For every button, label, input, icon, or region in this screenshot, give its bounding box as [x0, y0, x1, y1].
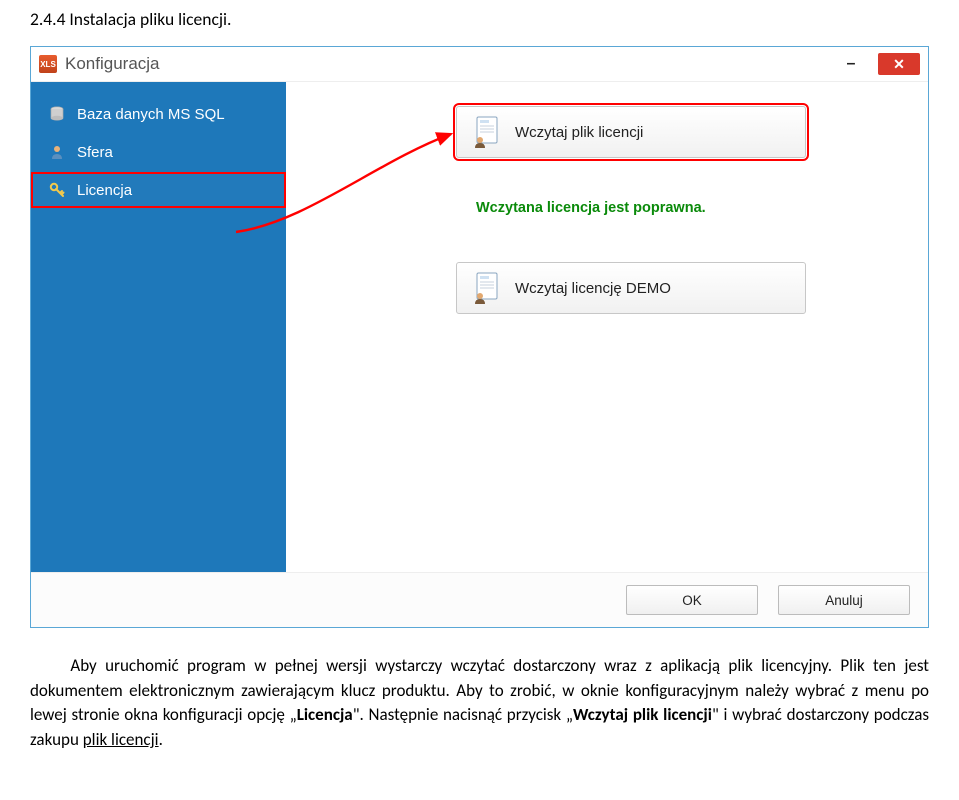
doc-paragraph: Aby uruchomić program w pełnej wersji wy…: [30, 654, 929, 753]
load-demo-label: Wczytaj licencję DEMO: [515, 280, 671, 297]
sidebar-item-licencja[interactable]: Licencja: [31, 172, 286, 208]
para-underline-plik: plik licencji: [83, 729, 159, 750]
document-person-icon: [473, 116, 501, 148]
cancel-button-label: Anuluj: [825, 593, 863, 608]
key-icon: [47, 180, 67, 200]
sidebar-item-label: Baza danych MS SQL: [77, 106, 225, 123]
minimize-button[interactable]: –: [830, 53, 872, 75]
load-license-label: Wczytaj plik licencji: [515, 124, 643, 141]
user-icon: [47, 142, 67, 162]
database-icon: [47, 104, 67, 124]
sidebar-item-sfera[interactable]: Sfera: [31, 134, 286, 170]
close-button[interactable]: ✕: [878, 53, 920, 75]
sidebar-item-database[interactable]: Baza danych MS SQL: [31, 96, 286, 132]
para-text-2: ". Następnie nacisnąć przycisk „: [353, 704, 573, 725]
sidebar-item-label: Licencja: [77, 182, 132, 199]
config-window: XLS Konfiguracja – ✕ Baza d: [30, 46, 929, 628]
dialog-footer: OK Anuluj: [31, 572, 928, 627]
window-title: Konfiguracja: [65, 54, 160, 74]
sidebar: Baza danych MS SQL Sfera: [31, 82, 286, 572]
cancel-button[interactable]: Anuluj: [778, 585, 910, 615]
para-bold-wczytaj: Wczytaj plik licencji: [573, 704, 712, 725]
content-pane: Wczytaj plik licencji Wczytana licencja …: [286, 82, 928, 572]
doc-section-heading: 2.4.4 Instalacja pliku licencji.: [30, 8, 929, 30]
window-titlebar: XLS Konfiguracja – ✕: [31, 47, 928, 82]
ok-button[interactable]: OK: [626, 585, 758, 615]
license-status-text: Wczytana licencja jest poprawna.: [476, 200, 706, 216]
load-demo-button[interactable]: Wczytaj licencję DEMO: [456, 262, 806, 314]
sidebar-item-label: Sfera: [77, 144, 113, 161]
para-text-4: .: [159, 729, 163, 750]
load-license-button[interactable]: Wczytaj plik licencji: [456, 106, 806, 158]
ok-button-label: OK: [682, 593, 702, 608]
app-icon: XLS: [39, 55, 57, 73]
para-bold-licencja: Licencja: [297, 704, 353, 725]
document-person-icon: [473, 272, 501, 304]
